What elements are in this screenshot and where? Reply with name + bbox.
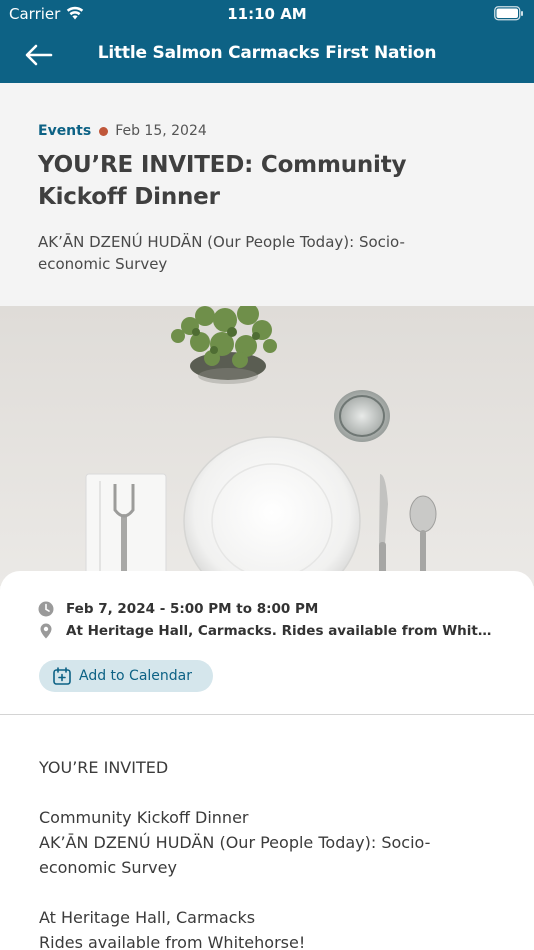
- clock-icon: [38, 601, 54, 617]
- event-details-card: Feb 7, 2024 - 5:00 PM to 8:00 PM At Heri…: [0, 571, 534, 950]
- divider: [0, 714, 534, 715]
- battery-icon: [494, 6, 524, 25]
- category-link[interactable]: Events: [38, 123, 91, 139]
- event-datetime: Feb 7, 2024 - 5:00 PM to 8:00 PM: [66, 601, 319, 617]
- add-to-calendar-label: Add to Calendar: [79, 668, 193, 684]
- nav-title: Little Salmon Carmacks First Nation: [97, 43, 437, 63]
- add-to-calendar-button[interactable]: Add to Calendar: [39, 660, 213, 692]
- body-paragraph: At Heritage Hall, Carmacks Rides availab…: [39, 908, 306, 950]
- event-time-row: Feb 7, 2024 - 5:00 PM to 8:00 PM: [38, 601, 318, 617]
- body-paragraph: Community Kickoff Dinner AK’ĀN DZENÚ HUD…: [39, 808, 431, 877]
- article-header: Events Feb 15, 2024 YOU’RE INVITED: Comm…: [0, 83, 534, 306]
- clock: 11:10 AM: [227, 5, 307, 23]
- article-subtitle: AK’ĀN DZENÚ HUDÄN (Our People Today): So…: [38, 233, 405, 273]
- navigation-bar: Little Salmon Carmacks First Nation: [0, 28, 534, 83]
- article-body: YOU’RE INVITED Community Kickoff Dinner …: [39, 755, 479, 950]
- hero-image: [0, 306, 534, 586]
- event-location-row: At Heritage Hall, Carmacks. Rides availa…: [38, 623, 498, 639]
- body-paragraph: YOU’RE INVITED: [39, 758, 169, 777]
- event-location: At Heritage Hall, Carmacks. Rides availa…: [66, 623, 496, 639]
- published-date: Feb 15, 2024: [115, 123, 207, 139]
- article-title: YOU’RE INVITED: Community Kickoff Dinner: [38, 152, 407, 210]
- calendar-add-icon: [53, 667, 71, 685]
- status-bar: Carrier 11:10 AM: [0, 0, 534, 28]
- location-pin-icon: [40, 623, 52, 639]
- article-meta: Events Feb 15, 2024: [38, 123, 207, 139]
- separator-dot: [99, 126, 109, 136]
